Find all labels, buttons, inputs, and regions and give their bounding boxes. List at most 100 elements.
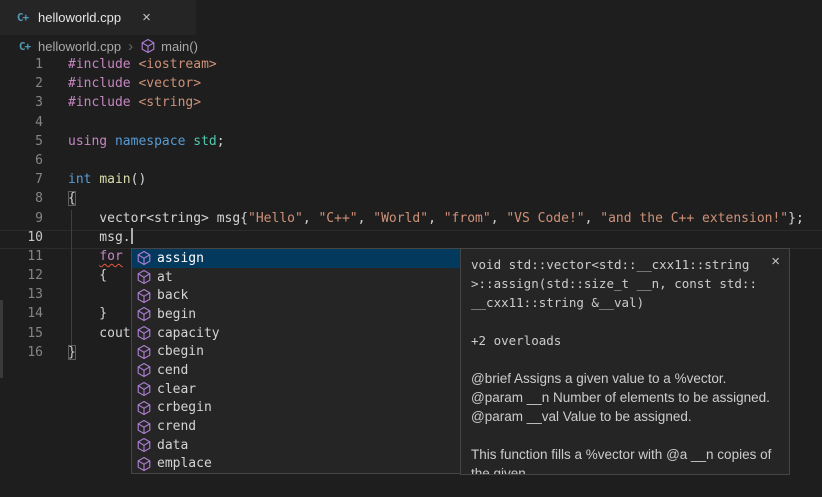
symbol-method-icon (136, 344, 152, 360)
suggestion-label: cend (157, 363, 188, 378)
line-number[interactable]: 8 (0, 191, 43, 210)
code-token (107, 134, 115, 149)
code-token: "C++" (318, 211, 357, 226)
line-number[interactable]: 11 (0, 249, 43, 268)
code-line[interactable]: 4 (0, 115, 822, 134)
breadcrumb: C+ helloworld.cpp › main() (0, 35, 822, 57)
code-token: "Hello" (248, 211, 303, 226)
suggestion-item[interactable]: crend (132, 417, 460, 436)
code-token: for (99, 249, 122, 264)
code-token: using (68, 134, 107, 149)
suggestion-item[interactable]: begin (132, 305, 460, 324)
line-number[interactable]: 6 (0, 153, 43, 172)
line-number[interactable]: 16 (0, 345, 43, 364)
symbol-method-icon (136, 288, 152, 304)
suggestion-label: at (157, 270, 173, 285)
symbol-method-icon (136, 437, 152, 453)
code-line[interactable]: 10 msg. (0, 230, 822, 249)
code-text: #include <vector> (43, 76, 201, 95)
code-text: for (43, 249, 123, 268)
suggestion-label: capacity (157, 326, 220, 341)
line-number[interactable]: 4 (0, 115, 43, 134)
code-token: <iostream> (138, 57, 216, 72)
suggestion-item[interactable]: data (132, 436, 460, 455)
code-text (43, 115, 68, 134)
line-number[interactable]: 7 (0, 172, 43, 191)
code-token: , (428, 211, 444, 226)
line-number[interactable]: 5 (0, 134, 43, 153)
suggestion-item[interactable]: clear (132, 380, 460, 399)
symbol-method-icon (140, 38, 156, 54)
code-text: vector<string> msg{"Hello", "C++", "Worl… (43, 211, 804, 230)
code-token: , (585, 211, 601, 226)
suggestion-item[interactable]: cbegin (132, 342, 460, 361)
breadcrumb-symbol[interactable]: main() (161, 39, 198, 54)
code-line[interactable]: 9 vector<string> msg{"Hello", "C++", "Wo… (0, 211, 822, 230)
line-number[interactable]: 12 (0, 268, 43, 287)
code-line[interactable]: 2#include <vector> (0, 76, 822, 95)
cpp-file-icon: C+ (16, 40, 33, 53)
code-token: ; (217, 134, 225, 149)
left-edge-strip (0, 300, 3, 378)
suggestion-label: clear (157, 382, 196, 397)
suggestion-item[interactable]: at (132, 268, 460, 287)
code-token: } (68, 345, 76, 360)
code-token (68, 249, 99, 264)
symbol-method-icon (136, 400, 152, 416)
code-text: msg. (43, 230, 133, 249)
line-number[interactable]: 14 (0, 306, 43, 325)
code-token: , (358, 211, 374, 226)
tab-close-icon[interactable]: × (142, 10, 151, 25)
line-number[interactable]: 9 (0, 211, 43, 230)
code-token: , (491, 211, 507, 226)
code-text (43, 153, 68, 172)
suggestion-item[interactable]: capacity (132, 324, 460, 343)
suggestion-label: cbegin (157, 344, 204, 359)
line-number[interactable]: 1 (0, 57, 43, 76)
code-text (43, 287, 68, 306)
code-text: { (43, 191, 76, 210)
suggestion-item[interactable]: back (132, 286, 460, 305)
close-icon[interactable]: × (771, 253, 780, 270)
code-token: "and the C++ extension!" (600, 211, 788, 226)
line-number[interactable]: 2 (0, 76, 43, 95)
doc-body: @brief Assigns a given value to a %vecto… (471, 369, 779, 475)
tab-helloworld[interactable]: C+ helloworld.cpp × (0, 0, 196, 35)
vscode-window: C+ helloworld.cpp × C+ helloworld.cpp › … (0, 0, 822, 497)
code-token: #include (68, 95, 131, 110)
code-line[interactable]: 1#include <iostream> (0, 57, 822, 76)
symbol-method-icon (136, 362, 152, 378)
suggest-widget: assign atback begin capacity cbegin cend clear… (131, 248, 790, 475)
code-token: namespace (115, 134, 185, 149)
suggestion-item[interactable]: crbegin (132, 399, 460, 418)
code-line[interactable]: 6 (0, 153, 822, 172)
code-token: #include (68, 57, 131, 72)
code-token: () (131, 172, 147, 187)
suggestion-item[interactable]: cend (132, 361, 460, 380)
suggestion-label: data (157, 438, 188, 453)
code-token: #include (68, 76, 131, 91)
code-token: std (193, 134, 216, 149)
code-line[interactable]: 5 using namespace std; (0, 134, 822, 153)
code-text: #include <iostream> (43, 57, 217, 76)
code-token: "VS Code!" (506, 211, 584, 226)
suggestion-item[interactable]: assign (132, 249, 460, 268)
code-line[interactable]: 8{ (0, 191, 822, 210)
code-token: vector<string> msg{ (68, 211, 248, 226)
code-line[interactable]: 3#include <string> (0, 95, 822, 114)
code-line[interactable]: 7int main() (0, 172, 822, 191)
symbol-method-icon (136, 381, 152, 397)
line-number[interactable]: 10 (0, 230, 43, 249)
line-number[interactable]: 3 (0, 95, 43, 114)
line-number[interactable]: 13 (0, 287, 43, 306)
suggestion-item[interactable]: emplace (132, 455, 460, 474)
tab-label: helloworld.cpp (38, 10, 121, 25)
code-text: { (43, 268, 107, 287)
code-token: { (68, 268, 107, 283)
doc-signature: void std::vector<std::__cxx11::string >:… (471, 255, 779, 312)
suggestion-label: begin (157, 307, 196, 322)
breadcrumb-file[interactable]: helloworld.cpp (38, 39, 121, 54)
code-token: <vector> (138, 76, 201, 91)
code-text: } (43, 345, 76, 364)
line-number[interactable]: 15 (0, 326, 43, 345)
